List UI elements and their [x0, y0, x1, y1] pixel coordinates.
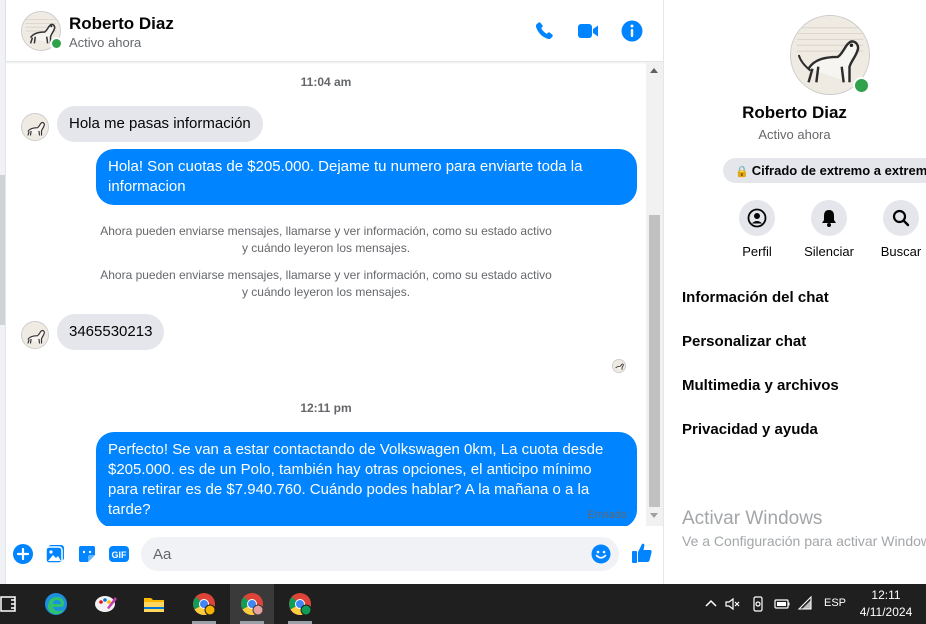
gif-icon[interactable]: GIF [108, 543, 130, 565]
conversation-info-panel: Roberto Diaz Activo ahora 🔒 Cifrado de ex… [663, 0, 926, 584]
speaker-muted-icon[interactable] [724, 595, 742, 613]
phone-link-icon[interactable] [749, 595, 767, 613]
clock-date: 4/11/2024 [859, 605, 913, 619]
paint-app-icon[interactable] [84, 584, 128, 624]
system-message: Ahora pueden enviarse mensajes, llamarse… [100, 224, 552, 255]
phone-icon[interactable] [532, 19, 556, 43]
chevron-up-icon[interactable] [702, 595, 720, 613]
menu-customize-chat[interactable]: Personalizar chat [682, 333, 806, 350]
search-action-label: Buscar [880, 244, 922, 259]
scrollbar-thumb[interactable] [649, 215, 660, 507]
sticker-icon[interactable] [76, 543, 98, 565]
encryption-badge[interactable]: 🔒 Cifrado de extremo a extremo [723, 158, 926, 183]
add-plus-icon[interactable] [12, 543, 34, 565]
info-contact-name: Roberto Diaz [742, 103, 847, 122]
search-icon [883, 200, 919, 236]
video-camera-icon[interactable] [576, 19, 600, 43]
sender-avatar[interactable] [21, 113, 49, 141]
thumbs-up-icon[interactable] [630, 541, 654, 565]
activate-windows-title: Activar Windows [682, 508, 823, 529]
language-indicator[interactable]: ESP [824, 597, 846, 609]
search-action-button[interactable]: Buscar [866, 200, 926, 259]
sender-avatar[interactable] [21, 321, 49, 349]
info-contact-status: Activo ahora [758, 127, 831, 142]
menu-chat-info[interactable]: Información del chat [682, 289, 829, 306]
chat-column: Roberto Diaz Activo ahora 11:04 am Hola … [6, 0, 663, 584]
profile-action-label: Perfil [742, 244, 772, 259]
messenger-window: Roberto Diaz Activo ahora 11:04 am Hola … [0, 0, 926, 584]
file-explorer-icon[interactable] [132, 584, 176, 624]
online-indicator [853, 77, 870, 94]
message-input-container [141, 537, 619, 571]
message-composer: GIF [6, 530, 663, 578]
chrome-profile-1-icon[interactable] [182, 584, 226, 624]
menu-media-files[interactable]: Multimedia y archivos [682, 377, 839, 394]
outgoing-message[interactable]: Hola! Son cuotas de $205.000. Dejame tu … [96, 149, 637, 205]
encryption-label: Cifrado de extremo a extremo [751, 163, 926, 178]
system-message: Ahora pueden enviarse mensajes, llamarse… [100, 268, 552, 299]
contact-name[interactable]: Roberto Diaz [69, 14, 174, 34]
clock-time: 12:11 [871, 588, 901, 602]
message-timestamp: 12:11 pm [300, 401, 352, 415]
edge-browser-icon[interactable] [34, 584, 78, 624]
message-list: 11:04 am Hola me pasas información Hola!… [6, 62, 651, 526]
incoming-message[interactable]: 3465530213 [57, 314, 165, 350]
photo-gallery-icon[interactable] [44, 543, 66, 565]
system-clock[interactable]: 12:11 4/11/2024 [855, 587, 917, 621]
left-scrollbar[interactable] [0, 175, 5, 325]
chat-header: Roberto Diaz Activo ahora [6, 0, 663, 62]
delivery-status: Enviado [587, 509, 627, 521]
emoji-icon[interactable] [591, 544, 611, 564]
chrome-profile-2-icon[interactable] [230, 584, 274, 624]
outgoing-message[interactable]: Perfecto! Se van a estar contactando de … [96, 432, 637, 526]
gif-label: GIF [112, 550, 128, 560]
activate-windows-subtitle: Ve a Configuración para activar Windows. [682, 533, 926, 549]
windows-taskbar: ESP 12:11 4/11/2024 [0, 584, 926, 624]
wifi-icon[interactable] [797, 595, 815, 613]
message-input[interactable] [153, 537, 573, 571]
bell-icon [811, 200, 847, 236]
scroll-down-arrow-icon[interactable] [650, 513, 658, 518]
incoming-message[interactable]: Hola me pasas información [57, 106, 263, 142]
lock-icon: 🔒 [735, 166, 749, 178]
task-view-icon[interactable] [0, 584, 30, 624]
read-receipt-avatar [612, 359, 626, 373]
contact-status: Activo ahora [69, 35, 142, 50]
scroll-up-arrow-icon[interactable] [650, 68, 658, 73]
profile-action-button[interactable]: Perfil [722, 200, 792, 259]
mute-action-button[interactable]: Silenciar [794, 200, 864, 259]
message-timestamp: 11:04 am [300, 75, 352, 89]
mute-action-label: Silenciar [804, 244, 854, 259]
battery-icon[interactable] [773, 595, 791, 613]
profile-icon [739, 200, 775, 236]
online-indicator [50, 37, 63, 50]
menu-privacy-support[interactable]: Privacidad y ayuda [682, 421, 818, 438]
info-icon[interactable] [620, 19, 644, 43]
chrome-profile-3-icon[interactable] [278, 584, 322, 624]
